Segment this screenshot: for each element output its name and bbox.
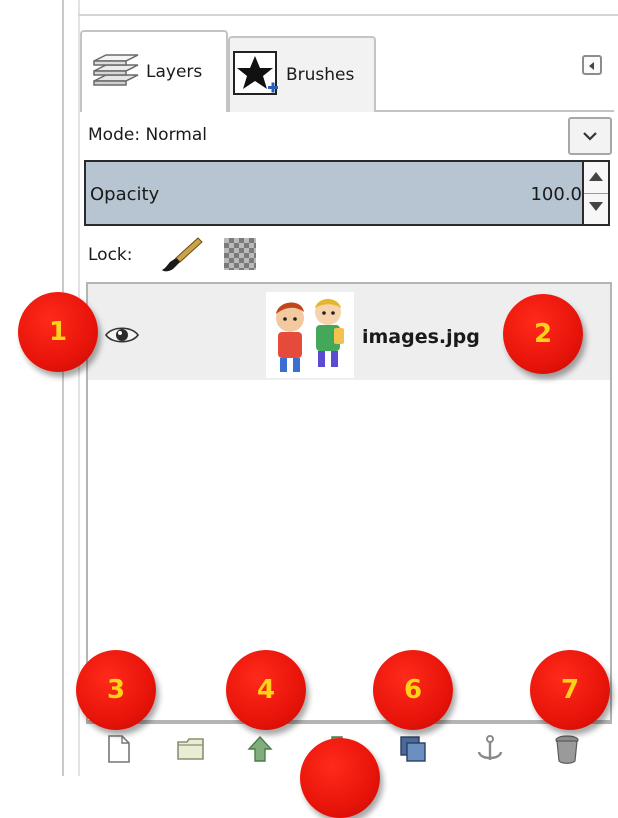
panel-border [78, 0, 80, 776]
configure-tab-button[interactable] [582, 55, 602, 75]
tab-layers-label: Layers [146, 62, 203, 82]
layer-thumbnail[interactable] [266, 292, 354, 378]
mode-dropdown-button[interactable] [568, 117, 612, 155]
lock-alpha-button[interactable] [224, 238, 256, 270]
marker-4: 4 [226, 650, 306, 730]
lock-label: Lock: [88, 245, 133, 265]
window-border [62, 0, 64, 776]
new-group-icon [176, 736, 206, 766]
opacity-label: Opacity [90, 184, 160, 205]
delete-layer-button[interactable] [552, 734, 582, 768]
list-bottom-border [86, 722, 612, 724]
star-brush-icon [232, 48, 282, 103]
new-layer-button[interactable] [104, 734, 134, 768]
marker-7: 7 [530, 650, 610, 730]
tab-strip-divider [376, 110, 614, 112]
layers-icon [88, 47, 142, 98]
raise-layer-button[interactable] [245, 735, 275, 767]
layer-visibility-toggle[interactable] [104, 324, 140, 350]
marker-3: 3 [76, 650, 156, 730]
new-layer-group-button[interactable] [176, 736, 206, 766]
spin-up-icon[interactable] [589, 172, 603, 181]
duplicate-layer-button[interactable] [398, 736, 428, 766]
marker-1: 1 [18, 292, 98, 372]
spin-down-icon[interactable] [589, 202, 603, 211]
anchor-layer-button[interactable] [475, 734, 505, 768]
tab-brushes[interactable]: Brushes [228, 36, 376, 112]
collapse-arrow-icon [587, 56, 597, 75]
panel-top-divider [78, 14, 618, 16]
paintbrush-icon [160, 237, 204, 278]
tab-brushes-label: Brushes [286, 65, 355, 85]
raise-layer-icon [247, 735, 273, 767]
layer-name[interactable]: images.jpg [362, 326, 480, 348]
mode-label: Mode: Normal [88, 125, 207, 145]
marker-6: 6 [373, 650, 453, 730]
lock-pixels-button[interactable] [160, 236, 204, 278]
duplicate-layer-icon [399, 735, 427, 767]
opacity-value: 100.0 [530, 184, 582, 205]
tab-layers[interactable]: Layers [80, 30, 228, 112]
new-layer-icon [107, 734, 131, 768]
marker-5-partial [300, 738, 380, 818]
trash-icon [554, 734, 580, 768]
anchor-icon [476, 734, 504, 768]
spin-divider [584, 193, 608, 194]
mode-selector[interactable]: Mode: Normal [82, 114, 612, 156]
opacity-spinner[interactable] [584, 160, 610, 226]
marker-2: 2 [503, 294, 583, 374]
eye-icon [104, 327, 140, 350]
chevron-down-icon [582, 127, 598, 146]
